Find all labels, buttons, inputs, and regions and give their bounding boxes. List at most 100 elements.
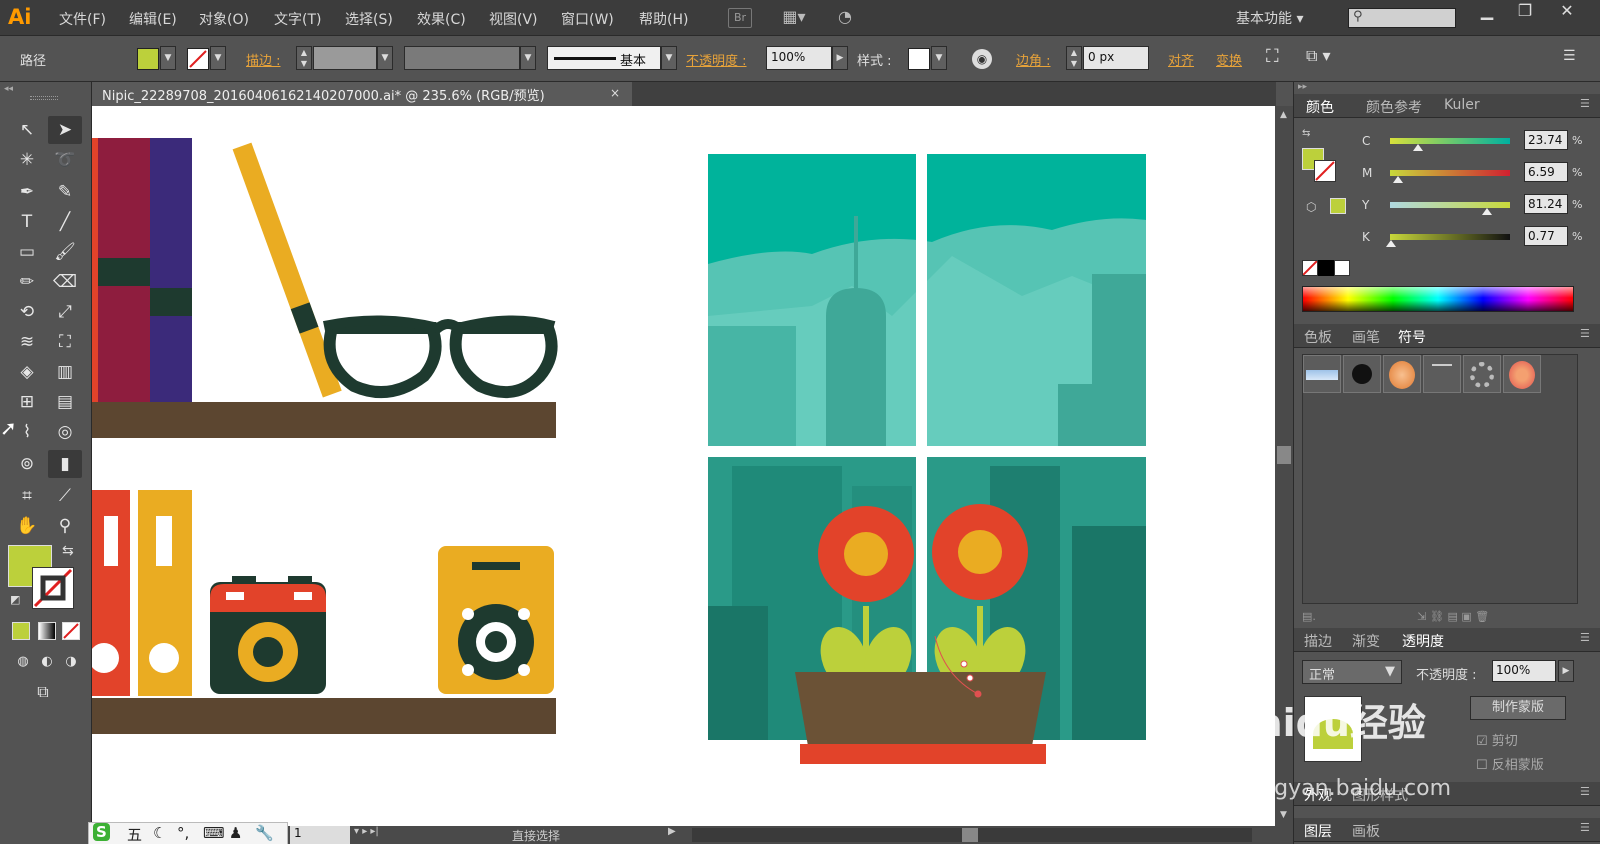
ime-punct-icon[interactable]: °, [177,824,189,842]
artboard-number[interactable]: 1 [290,826,350,844]
scroll-up-icon[interactable]: ▲ [1280,110,1287,120]
stroke-weight-field[interactable] [313,46,377,70]
transparency-opacity-input[interactable]: 100% [1492,660,1556,682]
restore-button[interactable]: ❐ [1506,0,1544,24]
free-transform-tool-icon[interactable]: ⛶ [48,328,82,356]
search-input[interactable]: ⚲ [1348,8,1456,28]
opacity-input[interactable]: 100% [766,46,832,70]
tab-stroke[interactable]: 描边 [1304,631,1332,651]
minimize-button[interactable]: ▁ [1468,0,1506,24]
menu-select[interactable]: 选择(S) [345,9,393,29]
gamut-swatch[interactable] [1330,198,1346,214]
magenta-track[interactable] [1390,170,1510,176]
screen-mode-icon[interactable]: ⧉ [26,678,60,706]
warp-tool-icon[interactable]: ≋ [10,328,44,356]
blend-mode-select[interactable]: 正常 ▼ [1302,660,1402,684]
stroke-weight-dropdown[interactable]: ▼ [377,46,393,70]
sogou-logo-icon[interactable]: S [93,823,110,841]
paintbrush-tool-icon[interactable]: 🖌 [48,238,82,266]
symbol-flower[interactable] [1503,355,1541,393]
tab-color-guide[interactable]: 颜色参考 [1366,97,1422,117]
status-arrow-icon[interactable]: ▶ [668,826,676,837]
corner-label[interactable]: 边角 : [1016,50,1051,69]
artboard-nav-icon[interactable]: ▾ ▸ ▸| [354,826,379,837]
menu-view[interactable]: 视图(V) [489,9,538,29]
slice-tool-icon[interactable]: ⟋ [48,482,82,510]
scroll-thumb[interactable] [1277,446,1291,464]
gradient-mode-icon[interactable] [38,622,56,640]
transparency-panel-menu-icon[interactable]: ☰ [1580,631,1590,644]
direct-selection-tool-icon[interactable]: ➤ [48,116,82,144]
workspace-switcher[interactable]: 基本功能 ▾ [1236,8,1303,28]
tab-artboards[interactable]: 画板 [1352,821,1380,841]
symbol-dot-pattern[interactable] [1303,355,1341,393]
selection-tool-icon[interactable]: ↖ [10,116,44,144]
dock-expand-icon[interactable]: ▸▸ [1298,82,1307,92]
black-track[interactable] [1390,234,1510,240]
menu-window[interactable]: 窗口(W) [561,9,614,29]
style-dropdown[interactable]: ▼ [931,46,947,70]
brush-dropdown[interactable]: ▼ [661,46,677,70]
close-window-button[interactable]: ✕ [1548,0,1586,24]
shape-options-icon[interactable]: ⧉ ▾ [1306,46,1331,66]
symbol-orange-button[interactable] [1383,355,1421,393]
cyan-track[interactable] [1390,138,1510,144]
tab-symbols[interactable]: 符号 [1398,327,1426,347]
style-swatch[interactable] [908,48,930,70]
type-tool-icon[interactable]: T [10,208,44,236]
appearance-menu-icon[interactable]: ☰ [1580,785,1590,798]
symbols-footer-icons[interactable]: ▤. ⇲ ⛓ ▤ ▣ 🗑 [1302,610,1592,626]
tab-color[interactable]: 颜色 [1306,97,1334,117]
document-tab[interactable]: Nipic_22289708_20160406162140207000.ai* … [92,82,632,106]
lasso-tool-icon[interactable]: ➰ [48,146,82,174]
cyan-value[interactable]: 23.74 [1524,130,1568,150]
pen-tool-icon[interactable]: ✒ [10,178,44,206]
rectangle-tool-icon[interactable]: ▭ [10,238,44,266]
color-panel-menu-icon[interactable]: ☰ [1580,97,1590,110]
clip-checkbox[interactable]: ☑ 剪切 [1476,730,1518,749]
hand-tool-icon[interactable]: ✋ [10,512,44,540]
yellow-knob[interactable] [1482,208,1493,215]
column-graph-tool-icon[interactable]: ▮ [48,450,82,478]
artboard-tool-icon[interactable]: ⌗ [10,482,44,510]
brush-definition[interactable]: 基本 [547,46,661,70]
color-mode-icon[interactable] [12,622,30,640]
menu-file[interactable]: 文件(F) [59,9,106,29]
stroke-label[interactable]: 描边 : [246,50,281,69]
corner-stepper[interactable]: ▲ ▼ [1066,46,1082,70]
black-color-button[interactable] [1318,260,1334,276]
stroke-weight-stepper[interactable]: ▲ ▼ [296,46,312,70]
white-color-button[interactable] [1334,260,1350,276]
mesh-tool-icon[interactable]: ⊞ [10,388,44,416]
draw-inside-icon[interactable]: ◑ [54,648,88,676]
isolate-icon[interactable]: ⛶ [1266,46,1279,67]
menu-effect[interactable]: 效果(C) [417,9,466,29]
black-knob[interactable] [1385,240,1396,247]
color-spectrum-bar[interactable] [1302,286,1574,312]
tab-layers[interactable]: 图层 [1304,821,1332,841]
stroke-color-swatch[interactable] [32,567,74,609]
symbols-panel-menu-icon[interactable]: ☰ [1580,327,1590,340]
panel-grip[interactable] [30,96,58,100]
tab-transparency[interactable]: 透明度 [1402,631,1444,651]
magic-wand-tool-icon[interactable]: ✳ [10,146,44,174]
symbol-text-lines[interactable] [1423,355,1461,393]
rotate-tool-icon[interactable]: ⟲ [10,298,44,326]
zoom-tool-icon[interactable]: ⚲ [48,512,82,540]
opacity-dropdown[interactable]: ▶ [832,46,848,70]
line-tool-icon[interactable]: ╱ [48,208,82,236]
swap-icon[interactable]: ⇆ [1302,128,1310,139]
none-color-button[interactable] [1302,260,1318,276]
yellow-value[interactable]: 81.24 [1524,194,1568,214]
gpu-performance-icon[interactable]: ◔ [832,8,858,28]
panel-menu-icon[interactable]: ☰ [1563,48,1576,64]
fill-dropdown[interactable]: ▼ [160,46,176,70]
ime-settings-icon[interactable]: 🔧 [255,824,274,842]
h-scroll-thumb[interactable] [962,828,978,842]
gradient-tool-icon[interactable]: ▤ [48,388,82,416]
artboard-canvas[interactable] [92,106,1275,826]
shape-builder-tool-icon[interactable]: ◈ [10,358,44,386]
ime-keyboard-icon[interactable]: ⌨ [203,824,225,842]
transparency-opacity-arrow[interactable]: ▶ [1558,660,1574,682]
black-value[interactable]: 0.77 [1524,226,1568,246]
